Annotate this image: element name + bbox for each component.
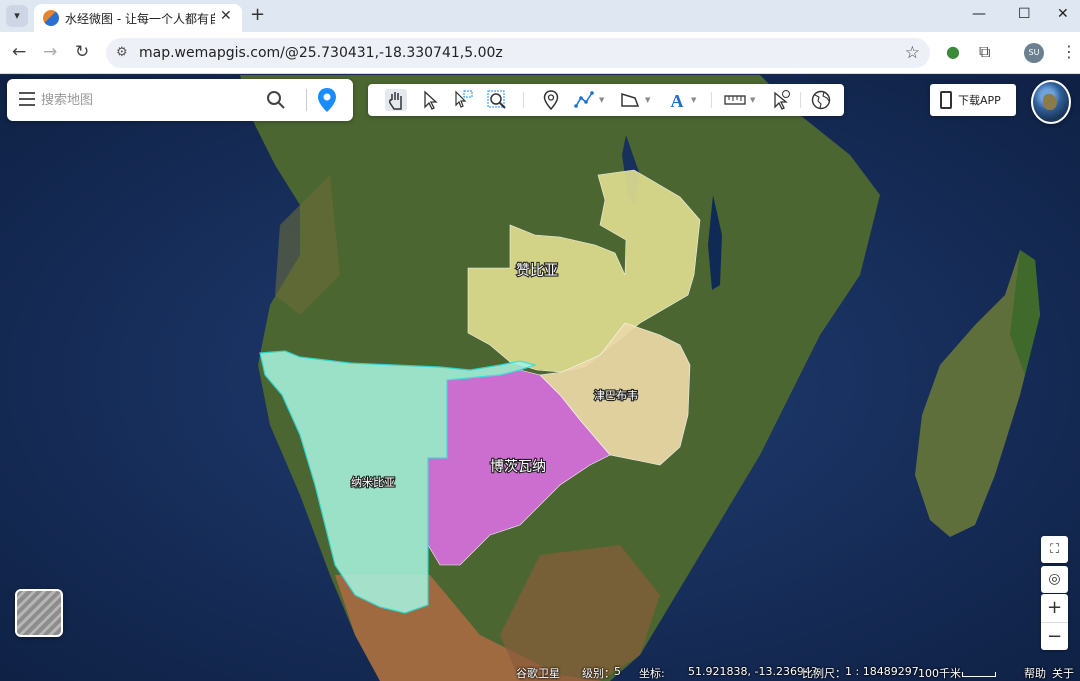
measure-ruler-icon[interactable]	[724, 89, 746, 111]
site-settings-icon[interactable]: ⚙	[116, 45, 128, 60]
browser-tabbar: ▾ 水经微图 - 让每一个人都有自己 ✕ + — ☐ ✕	[0, 0, 1080, 32]
globe-view-icon[interactable]	[810, 89, 832, 111]
download-app-button[interactable]: 下载APP	[930, 84, 1016, 116]
polygon-dropdown-icon[interactable]: ▼	[645, 96, 650, 104]
tab-close-icon[interactable]: ✕	[220, 8, 232, 24]
pan-hand-icon[interactable]	[385, 89, 407, 111]
scale-bar	[962, 672, 996, 677]
phone-icon	[940, 91, 952, 109]
reload-icon[interactable]: ↻	[75, 42, 89, 62]
locate-icon[interactable]: ◎	[1041, 566, 1068, 593]
country-label-namibia: 纳米比亚	[351, 476, 395, 489]
toolbar-divider	[711, 92, 712, 108]
zoom-controls: + −	[1041, 594, 1068, 650]
country-label-zimbabwe: 津巴布韦	[594, 389, 638, 402]
country-label-zambia: 赞比亚	[516, 263, 558, 279]
forward-icon[interactable]: →	[43, 42, 57, 62]
browser-menu-icon[interactable]: ⋮	[1061, 42, 1077, 61]
zoom-in-button[interactable]: +	[1041, 594, 1068, 622]
polygon-tool-icon[interactable]	[619, 89, 641, 111]
about-link[interactable]: 关于	[1052, 665, 1074, 681]
browser-addressbar: ← → ↻ ⚙ map.wemapgis.com/@25.730431,-18.…	[0, 32, 1080, 74]
select-arrow-icon[interactable]	[419, 89, 441, 111]
close-window-icon[interactable]: ✕	[1057, 6, 1069, 22]
url-text: map.wemapgis.com/@25.730431,-18.330741,5…	[139, 45, 503, 61]
menu-icon[interactable]	[19, 92, 35, 106]
info-query-icon[interactable]	[770, 89, 792, 111]
level-value: 5	[614, 665, 621, 678]
polyline-dropdown-icon[interactable]: ▼	[599, 96, 604, 104]
toolbar-divider	[800, 92, 801, 108]
download-app-label: 下载APP	[958, 94, 1001, 107]
maximize-icon[interactable]: ☐	[1018, 6, 1031, 22]
map-toolbar: ▼ ▼ A ▼ ▼	[368, 84, 844, 116]
layers-icon[interactable]	[15, 589, 63, 637]
search-input[interactable]	[41, 88, 251, 112]
new-tab-icon[interactable]: +	[250, 4, 265, 25]
search-divider	[306, 89, 307, 111]
coord-value: 51.921838, -13.236943	[688, 665, 818, 678]
search-icon[interactable]	[265, 89, 287, 111]
site-favicon-icon	[43, 10, 59, 26]
level-label: 级别：	[582, 667, 615, 680]
tab-title: 水经微图 - 让每一个人都有自己	[65, 12, 215, 26]
minimize-icon[interactable]: —	[972, 6, 986, 22]
back-icon[interactable]: ←	[12, 42, 26, 62]
box-select-icon[interactable]	[452, 89, 474, 111]
satellite-basemap: 赞比亚 津巴布韦 博茨瓦纳 纳米比亚	[0, 75, 1080, 681]
tab-search-button[interactable]: ▾	[6, 5, 28, 27]
country-label-botswana: 博茨瓦纳	[490, 458, 546, 475]
location-pin-icon[interactable]	[317, 87, 337, 113]
browser-tab[interactable]: 水经微图 - 让每一个人都有自己 ✕	[34, 4, 242, 32]
extension-globe-icon[interactable]: ●	[946, 42, 960, 61]
polyline-tool-icon[interactable]	[573, 89, 595, 111]
scale-value: 1 : 18489297	[845, 665, 919, 678]
scale-bar-label: 100千米	[918, 667, 961, 680]
map-canvas[interactable]: 赞比亚 津巴布韦 博茨瓦纳 纳米比亚 搜索地图 ▼ ▼ A ▼ ▼ 下载APP …	[0, 75, 1080, 681]
profile-avatar[interactable]: SU	[1024, 43, 1044, 63]
zoom-out-button[interactable]: −	[1041, 622, 1068, 650]
toolbar-divider	[523, 92, 524, 108]
text-tool-icon[interactable]: A	[666, 89, 688, 111]
fullscreen-icon[interactable]: ⛶	[1041, 536, 1068, 563]
search-panel	[7, 79, 353, 121]
bookmark-star-icon[interactable]: ☆	[905, 43, 920, 63]
help-link[interactable]: 帮助	[1024, 665, 1046, 681]
globe-switch-icon[interactable]	[1031, 80, 1071, 124]
url-bar[interactable]: ⚙ map.wemapgis.com/@25.730431,-18.330741…	[106, 38, 930, 68]
marker-tool-icon[interactable]	[540, 89, 562, 111]
coord-label: 坐标:	[639, 667, 665, 680]
basemap-layer-name: 谷歌卫星	[516, 667, 560, 680]
measure-dropdown-icon[interactable]: ▼	[750, 96, 755, 104]
zoom-area-icon[interactable]	[486, 89, 508, 111]
svg-text:A: A	[671, 91, 684, 111]
text-dropdown-icon[interactable]: ▼	[691, 96, 696, 104]
extensions-puzzle-icon[interactable]: ⧉	[979, 42, 990, 62]
map-statusbar: 谷歌卫星 级别： 5 坐标: 51.921838, -13.236943 比例尺…	[0, 663, 1080, 681]
scale-label: 比例尺：	[802, 667, 846, 680]
